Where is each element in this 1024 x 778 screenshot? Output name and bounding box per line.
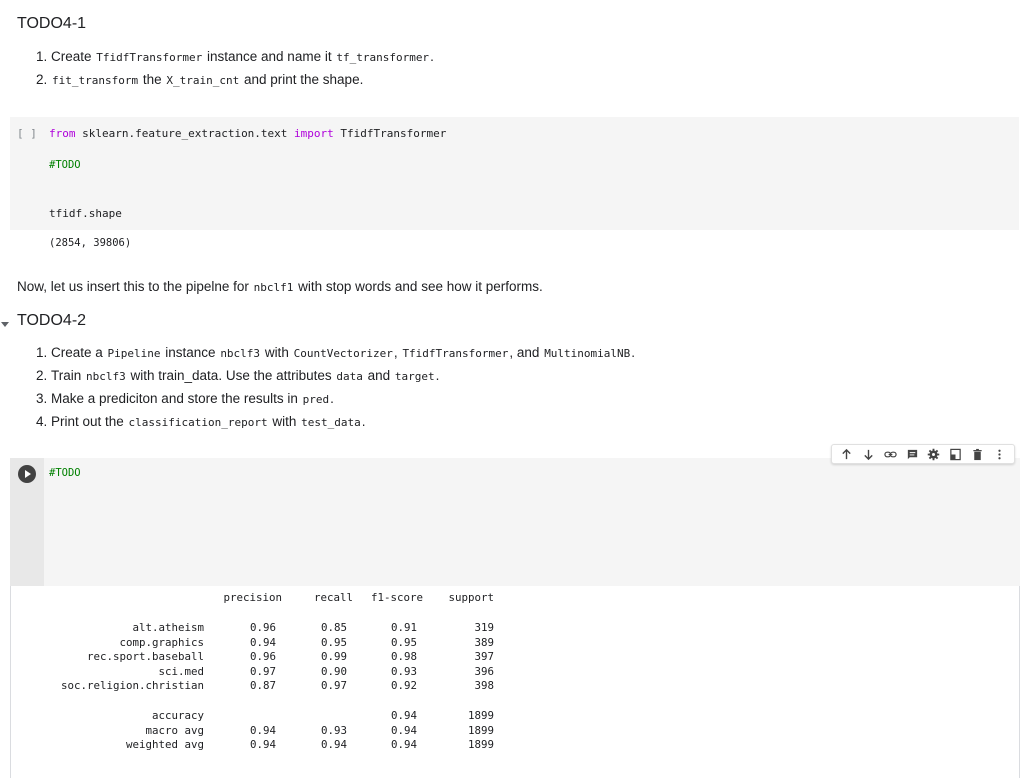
report-row: rec.sport.baseball 0.96 0.99 0.98 397 [44, 650, 514, 664]
inline-code: fit_transform [52, 74, 139, 87]
report-row: macro avg 0.94 0.93 0.94 1899 [44, 724, 514, 738]
report-row: sci.med 0.97 0.90 0.93 396 [44, 665, 514, 679]
inline-code: X_train_cnt [166, 74, 240, 87]
report-row: soc.religion.christian 0.87 0.97 0.92 398 [44, 679, 514, 693]
support-value: 1899 [467, 709, 494, 722]
arrow-up-icon[interactable] [840, 447, 854, 461]
list-item: Train nbclf3 with train_data. Use the at… [51, 365, 635, 388]
list-item: Make a prediciton and store the results … [51, 388, 635, 411]
inline-code: TfidfTransformer [402, 347, 509, 360]
code-line-shape[interactable]: tfidf.shape [49, 207, 122, 220]
list-item: Print out the classification_report with… [51, 411, 635, 434]
report-row: comp.graphics 0.94 0.95 0.95 389 [44, 636, 514, 650]
todo4-1-steps: Create TfidfTransformer instance and nam… [36, 46, 434, 92]
delete-icon[interactable] [970, 447, 984, 461]
code-line-import[interactable]: from sklearn.feature_extraction.text imp… [49, 127, 446, 140]
report-header-row: precision recall f1-score support [44, 591, 514, 605]
link-icon[interactable] [883, 447, 897, 461]
inline-code: nbclf1 [253, 281, 294, 294]
inline-code: TfidfTransformer [96, 51, 203, 64]
column-header: support [448, 591, 494, 604]
todo4-2-steps: Create a Pipeline instance nbclf3 with C… [36, 342, 635, 434]
support-value: 398 [474, 679, 494, 692]
inline-code: nbclf3 [86, 370, 126, 383]
support-value: 389 [474, 635, 494, 649]
report-row: weighted avg 0.94 0.94 0.94 1899 [44, 738, 514, 752]
settings-icon[interactable] [927, 447, 941, 461]
inline-code: classification_report [128, 416, 268, 429]
code-comment[interactable]: #TODO [49, 159, 81, 171]
more-vert-icon[interactable] [992, 447, 1006, 461]
list-item: fit_transform the X_train_cnt and print … [51, 69, 434, 92]
support-value: 1899 [467, 738, 494, 751]
cell-editor[interactable] [10, 458, 1020, 586]
support-value: 319 [474, 621, 494, 634]
inline-code: test_data [301, 416, 361, 429]
inline-code: pred [302, 393, 330, 406]
inline-code: MultinomialNB [544, 347, 631, 360]
support-value: 397 [474, 650, 494, 663]
section-heading-todo4-2: TODO4-2 [17, 312, 87, 329]
mirror-cell-icon[interactable] [949, 447, 963, 461]
cell-run-indicator[interactable]: [ ] [17, 127, 37, 140]
inline-code: CountVectorizer [293, 347, 393, 360]
support-value: 396 [474, 664, 494, 678]
inline-code: target [394, 370, 435, 383]
arrow-down-icon[interactable] [862, 447, 876, 461]
report-row: accuracy 0.94 1899 [44, 709, 514, 723]
markdown-paragraph: Now, let us insert this to the pipelne f… [17, 279, 543, 294]
inline-code: tf_transformer [336, 51, 430, 64]
inline-code: data [336, 370, 363, 383]
list-item: Create TfidfTransformer instance and nam… [51, 46, 434, 69]
comment-icon[interactable] [905, 447, 919, 461]
code-comment[interactable]: #TODO [49, 467, 81, 479]
inline-code: nbclf3 [220, 347, 261, 360]
run-cell-button[interactable] [18, 465, 36, 483]
inline-code: Pipeline [107, 347, 161, 360]
section-heading-todo4-1: TODO4-1 [17, 15, 87, 32]
list-item: Create a Pipeline instance nbclf3 with C… [51, 342, 635, 365]
cell-toolbar [831, 444, 1015, 464]
collapse-section-icon[interactable] [0, 319, 10, 329]
support-value: 1899 [467, 723, 494, 737]
report-row: alt.atheism 0.96 0.85 0.91 319 [44, 621, 514, 635]
cell-output: (2854, 39806) [49, 237, 132, 249]
